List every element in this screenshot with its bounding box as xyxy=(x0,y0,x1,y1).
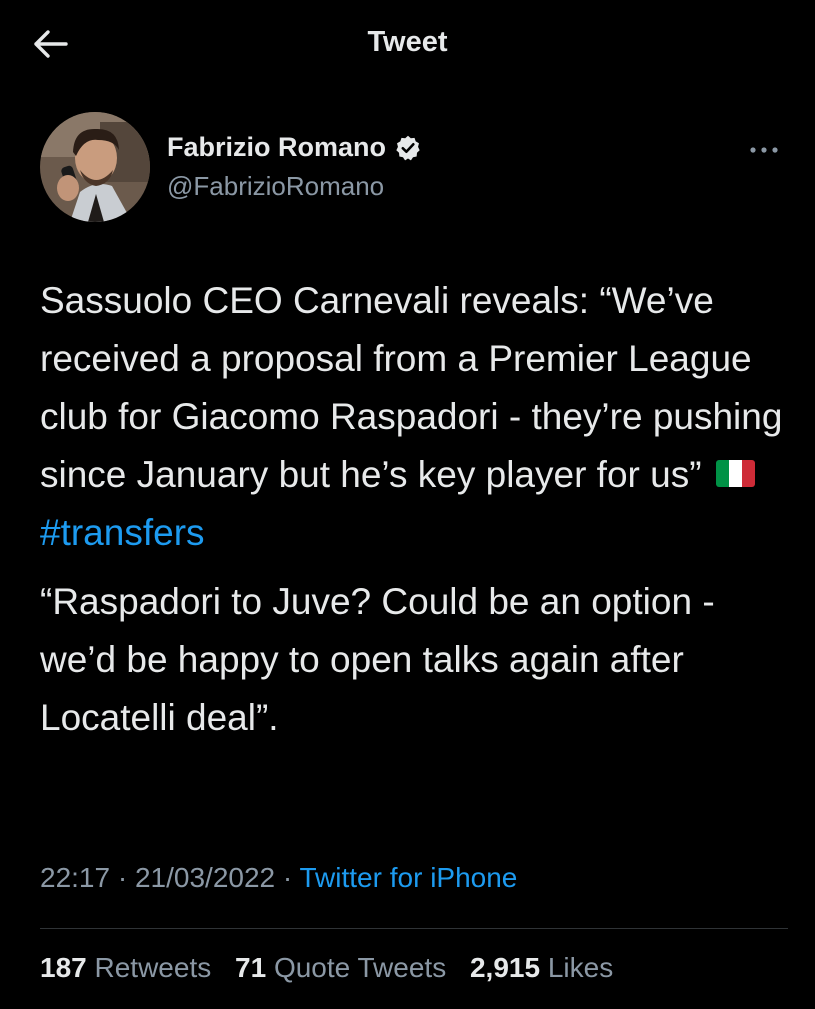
page-title: Tweet xyxy=(367,26,448,58)
profile-photo xyxy=(40,112,150,222)
avatar[interactable] xyxy=(40,112,150,222)
quote-tweets-stat[interactable]: 71 Quote Tweets xyxy=(235,952,446,984)
retweets-label: Retweets xyxy=(94,952,212,983)
likes-label: Likes xyxy=(547,952,614,983)
author-names: Fabrizio Romano @FabrizioRomano xyxy=(167,132,422,202)
quote-tweets-count: 71 xyxy=(235,952,267,983)
tweet-text-part-1: Sassuolo CEO Carnevali reveals: “We’ve r… xyxy=(40,280,783,495)
meta-separator: · xyxy=(282,862,293,893)
tweet-author: Fabrizio Romano @FabrizioRomano xyxy=(40,112,790,224)
more-options-button[interactable] xyxy=(744,138,784,162)
tweet-time[interactable]: 22:17 xyxy=(40,862,110,893)
more-horizontal-icon xyxy=(750,147,778,153)
italy-flag-icon xyxy=(715,459,755,487)
tweet-paragraph-1: Sassuolo CEO Carnevali reveals: “We’ve r… xyxy=(40,272,790,562)
verified-badge-icon xyxy=(396,135,420,160)
engagement-stats: 187 Retweets 71 Quote Tweets 2,915 Likes xyxy=(40,952,629,984)
tweet-source-link[interactable]: Twitter for iPhone xyxy=(300,862,518,893)
likes-count: 2,915 xyxy=(469,952,541,983)
likes-stat[interactable]: 2,915 Likes xyxy=(470,952,613,984)
tweet-text: Sassuolo CEO Carnevali reveals: “We’ve r… xyxy=(40,272,790,747)
author-display-name[interactable]: Fabrizio Romano xyxy=(167,132,422,163)
tweet-paragraph-2: “Raspadori to Juve? Could be an option -… xyxy=(40,581,715,738)
tweet-header: Tweet xyxy=(0,0,815,90)
author-name-text: Fabrizio Romano xyxy=(167,132,387,162)
retweets-count: 187 xyxy=(40,952,87,983)
author-handle[interactable]: @FabrizioRomano xyxy=(167,171,422,202)
meta-separator: · xyxy=(117,862,128,893)
hashtag-link[interactable]: #transfers xyxy=(40,512,205,553)
quote-tweets-label: Quote Tweets xyxy=(273,952,447,983)
divider xyxy=(40,928,788,929)
tweet-date[interactable]: 21/03/2022 xyxy=(135,862,275,893)
tweet-metadata: 22:17 · 21/03/2022 · Twitter for iPhone xyxy=(40,862,517,894)
retweets-stat[interactable]: 187 Retweets xyxy=(40,952,211,984)
